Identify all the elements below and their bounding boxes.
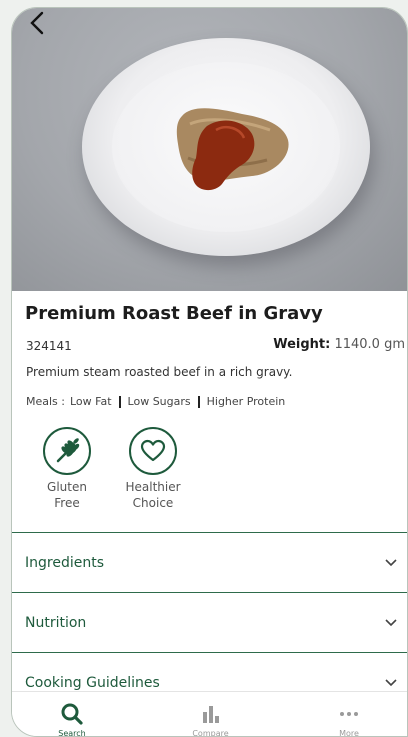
- product-image: [12, 8, 407, 291]
- more-dots-icon: [340, 712, 358, 716]
- back-chevron-icon[interactable]: [26, 10, 52, 36]
- chevron-down-icon: [385, 678, 397, 686]
- section-label: Cooking Guidelines: [25, 674, 160, 691]
- meals-label: Meals :: [26, 395, 65, 408]
- bar-chart-icon: [202, 706, 219, 723]
- badge-gluten-free: Gluten Free: [24, 427, 110, 511]
- weight-value: 1140.0 gm: [334, 337, 405, 352]
- product-description: Premium steam roasted beef in a rich gra…: [26, 365, 293, 379]
- section-label: Nutrition: [25, 614, 87, 631]
- meal-tag: Low Fat: [70, 395, 112, 408]
- meal-tag: Low Sugars: [127, 395, 191, 408]
- tab-search[interactable]: Search: [32, 692, 112, 736]
- app-screen: Premium Roast Beef in Gravy 324141 Weigh…: [11, 7, 408, 737]
- chevron-down-icon: [385, 618, 397, 626]
- detail-sections: Ingredients Nutrition Cooking Guidelines: [12, 532, 407, 712]
- section-ingredients[interactable]: Ingredients: [12, 532, 407, 592]
- product-title: Premium Roast Beef in Gravy: [25, 303, 323, 324]
- chevron-down-icon: [385, 558, 397, 566]
- weight-label: Weight:: [273, 337, 331, 352]
- product-weight: Weight: 1140.0 gm: [273, 337, 405, 352]
- section-nutrition[interactable]: Nutrition: [12, 592, 407, 652]
- diet-badges: Gluten Free Healthier Choice: [24, 427, 196, 511]
- tab-more[interactable]: More: [309, 692, 389, 736]
- product-code: 324141: [26, 339, 72, 353]
- search-icon: [61, 703, 83, 725]
- tab-compare[interactable]: Compare: [171, 692, 251, 736]
- bottom-tab-bar: Search Compare More: [12, 691, 407, 736]
- section-label: Ingredients: [25, 554, 104, 571]
- badge-healthier-choice: Healthier Choice: [110, 427, 196, 511]
- heart-icon: [129, 427, 177, 475]
- food-illustration: [176, 108, 289, 191]
- wheat-icon: [43, 427, 91, 475]
- meal-tag: Higher Protein: [206, 395, 286, 408]
- meal-tags: Meals : Low Fat Low Sugars Higher Protei…: [26, 395, 285, 408]
